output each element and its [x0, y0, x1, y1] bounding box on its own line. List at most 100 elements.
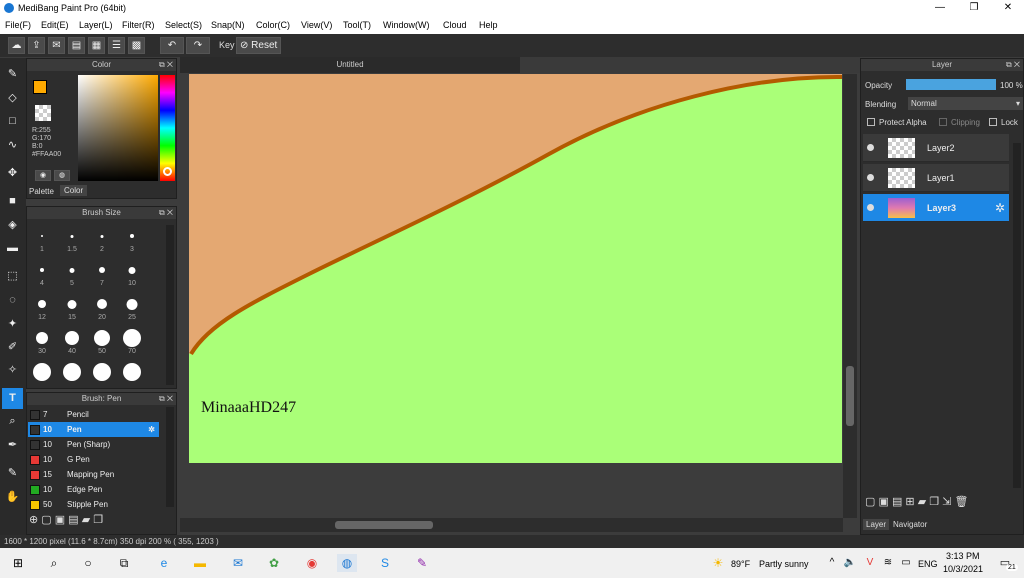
- brush-size-option[interactable]: 1: [27, 221, 57, 253]
- folder-icon[interactable]: ▰: [918, 496, 926, 508]
- brush-size-option[interactable]: 12: [27, 289, 57, 321]
- brush-size-option[interactable]: 40: [57, 323, 87, 355]
- task-view-icon[interactable]: ⧉: [114, 554, 134, 572]
- brush-size-option[interactable]: 70: [117, 323, 147, 355]
- brush-size-option[interactable]: 25: [117, 289, 147, 321]
- brush-size-scrollbar[interactable]: [166, 225, 174, 385]
- brush-size-option[interactable]: 7: [87, 255, 117, 287]
- file-explorer-icon[interactable]: ▬: [190, 554, 210, 572]
- chevron-up-icon[interactable]: ^: [822, 554, 842, 572]
- horizontal-scroll-thumb[interactable]: [335, 521, 433, 529]
- eraser-tool-icon[interactable]: ◇: [2, 88, 23, 109]
- brush-size-option[interactable]: 30: [27, 323, 57, 355]
- protect-alpha-checkbox[interactable]: [867, 118, 875, 126]
- lock-checkbox[interactable]: [989, 118, 997, 126]
- edge-icon[interactable]: e: [154, 554, 174, 572]
- tab-color[interactable]: Color: [60, 185, 88, 196]
- message-icon[interactable]: ▤: [68, 37, 85, 54]
- select-pen-icon[interactable]: ✐: [2, 337, 23, 358]
- brush-doc-icon[interactable]: ▤: [68, 514, 78, 526]
- brush-size-option[interactable]: 5: [57, 255, 87, 287]
- weather-text[interactable]: Partly sunny: [759, 559, 809, 569]
- operation-tool-icon[interactable]: ⌕: [2, 411, 23, 432]
- hand-tool-icon[interactable]: ✋: [2, 487, 23, 508]
- document-icon[interactable]: ▦: [88, 37, 105, 54]
- menu-file[interactable]: File(F): [5, 20, 31, 30]
- shape-fill-tool-icon[interactable]: ■: [2, 191, 23, 212]
- curve-tool-icon[interactable]: ∿: [2, 135, 23, 156]
- visibility-icon[interactable]: [867, 174, 874, 181]
- text-tool-icon[interactable]: T: [2, 388, 23, 409]
- minimize-button[interactable]: —: [930, 1, 950, 15]
- antivirus-icon[interactable]: V: [860, 554, 880, 572]
- hue-slider[interactable]: [160, 75, 175, 181]
- menu-filter[interactable]: Filter(R): [122, 20, 155, 30]
- bucket-tool-icon[interactable]: ◈: [2, 215, 23, 236]
- menu-color[interactable]: Color(C): [256, 20, 290, 30]
- visibility-icon[interactable]: [867, 144, 874, 151]
- gear-icon[interactable]: ✲: [995, 201, 1005, 215]
- grid-icon[interactable]: ▩: [128, 37, 145, 54]
- drawing-canvas[interactable]: MinaaaHD247: [189, 74, 842, 463]
- panel-controls-icon[interactable]: ⧉ ✕: [159, 393, 173, 405]
- folder-icon[interactable]: ▰: [82, 514, 90, 526]
- start-icon[interactable]: ⊞: [8, 554, 28, 572]
- brush-item[interactable]: 10 G Pen: [28, 452, 159, 467]
- eyedropper-tool-icon[interactable]: ✒: [2, 435, 23, 456]
- paint-icon[interactable]: ✎: [412, 554, 432, 572]
- layer-list-scrollbar[interactable]: [1013, 143, 1021, 488]
- transparent-swatch[interactable]: [35, 105, 51, 121]
- lasso-tool-icon[interactable]: ◌: [2, 290, 23, 311]
- share-icon[interactable]: ⇪: [28, 37, 45, 54]
- chrome-icon[interactable]: ◉: [302, 554, 322, 572]
- tab-layer[interactable]: Layer: [863, 519, 890, 530]
- brush-item[interactable]: 10 Pen (Sharp): [28, 437, 159, 452]
- wifi-icon[interactable]: ≋: [878, 554, 898, 572]
- brush-size-option[interactable]: 4: [27, 255, 57, 287]
- vertical-scrollbar[interactable]: [843, 74, 857, 518]
- brush-item[interactable]: 50 Stipple Pen: [28, 497, 159, 512]
- pen-tool-icon[interactable]: ✎: [2, 463, 23, 484]
- brush-size-option[interactable]: 20: [87, 289, 117, 321]
- brush-size-option[interactable]: [87, 357, 117, 387]
- tab-navigator[interactable]: Navigator: [893, 520, 927, 529]
- tab-palette[interactable]: Palette: [29, 187, 54, 196]
- menu-snap[interactable]: Snap(N): [211, 20, 245, 30]
- horizontal-scrollbar[interactable]: [180, 518, 843, 532]
- brush-menu-icon[interactable]: ▣: [55, 514, 65, 526]
- move-tool-icon[interactable]: ✥: [2, 163, 23, 184]
- app-icon-green[interactable]: ✿: [264, 554, 284, 572]
- comment-icon[interactable]: ✉: [48, 37, 65, 54]
- add-brush-icon[interactable]: ⊕: [29, 514, 38, 526]
- foreground-color-swatch[interactable]: [33, 80, 47, 94]
- brush-list-scrollbar[interactable]: [166, 407, 174, 507]
- menu-cloud[interactable]: Cloud: [443, 20, 467, 30]
- menu-window[interactable]: Window(W): [383, 20, 430, 30]
- vertical-scroll-thumb[interactable]: [846, 366, 854, 426]
- menu-help[interactable]: Help: [479, 20, 498, 30]
- gear-icon[interactable]: ✲: [148, 422, 155, 437]
- select-tool-icon[interactable]: ⬚: [2, 266, 23, 287]
- layer-row[interactable]: Layer2: [863, 134, 1009, 162]
- weather-temp[interactable]: 89°F: [731, 559, 750, 569]
- duplicate-layer-icon[interactable]: ❐: [929, 496, 939, 508]
- new-brush-icon[interactable]: ▢: [41, 514, 51, 526]
- opacity-slider[interactable]: [906, 79, 996, 90]
- cortana-icon[interactable]: ○: [78, 554, 98, 572]
- menu-layer[interactable]: Layer(L): [79, 20, 113, 30]
- layer-row[interactable]: Layer1: [863, 164, 1009, 192]
- new-layer-icon[interactable]: ▢: [865, 496, 875, 508]
- delete-layer-icon[interactable]: 🗑: [954, 496, 968, 508]
- document-tab[interactable]: Untitled: [180, 57, 520, 73]
- saturation-value-picker[interactable]: [78, 75, 158, 181]
- blending-select[interactable]: Normal ▾: [908, 97, 1023, 110]
- merge-layer-icon[interactable]: ⇲: [942, 496, 951, 508]
- undo-button[interactable]: ↶: [160, 37, 184, 54]
- brush-size-option[interactable]: [27, 357, 57, 387]
- menu-tool[interactable]: Tool(T): [343, 20, 371, 30]
- new-8bit-layer-icon[interactable]: ▤: [892, 496, 902, 508]
- panel-controls-icon[interactable]: ⧉ ✕: [159, 59, 173, 71]
- close-button[interactable]: ✕: [998, 1, 1018, 15]
- clock-time[interactable]: 3:13 PM: [946, 551, 980, 561]
- brush-item[interactable]: 10 Edge Pen: [28, 482, 159, 497]
